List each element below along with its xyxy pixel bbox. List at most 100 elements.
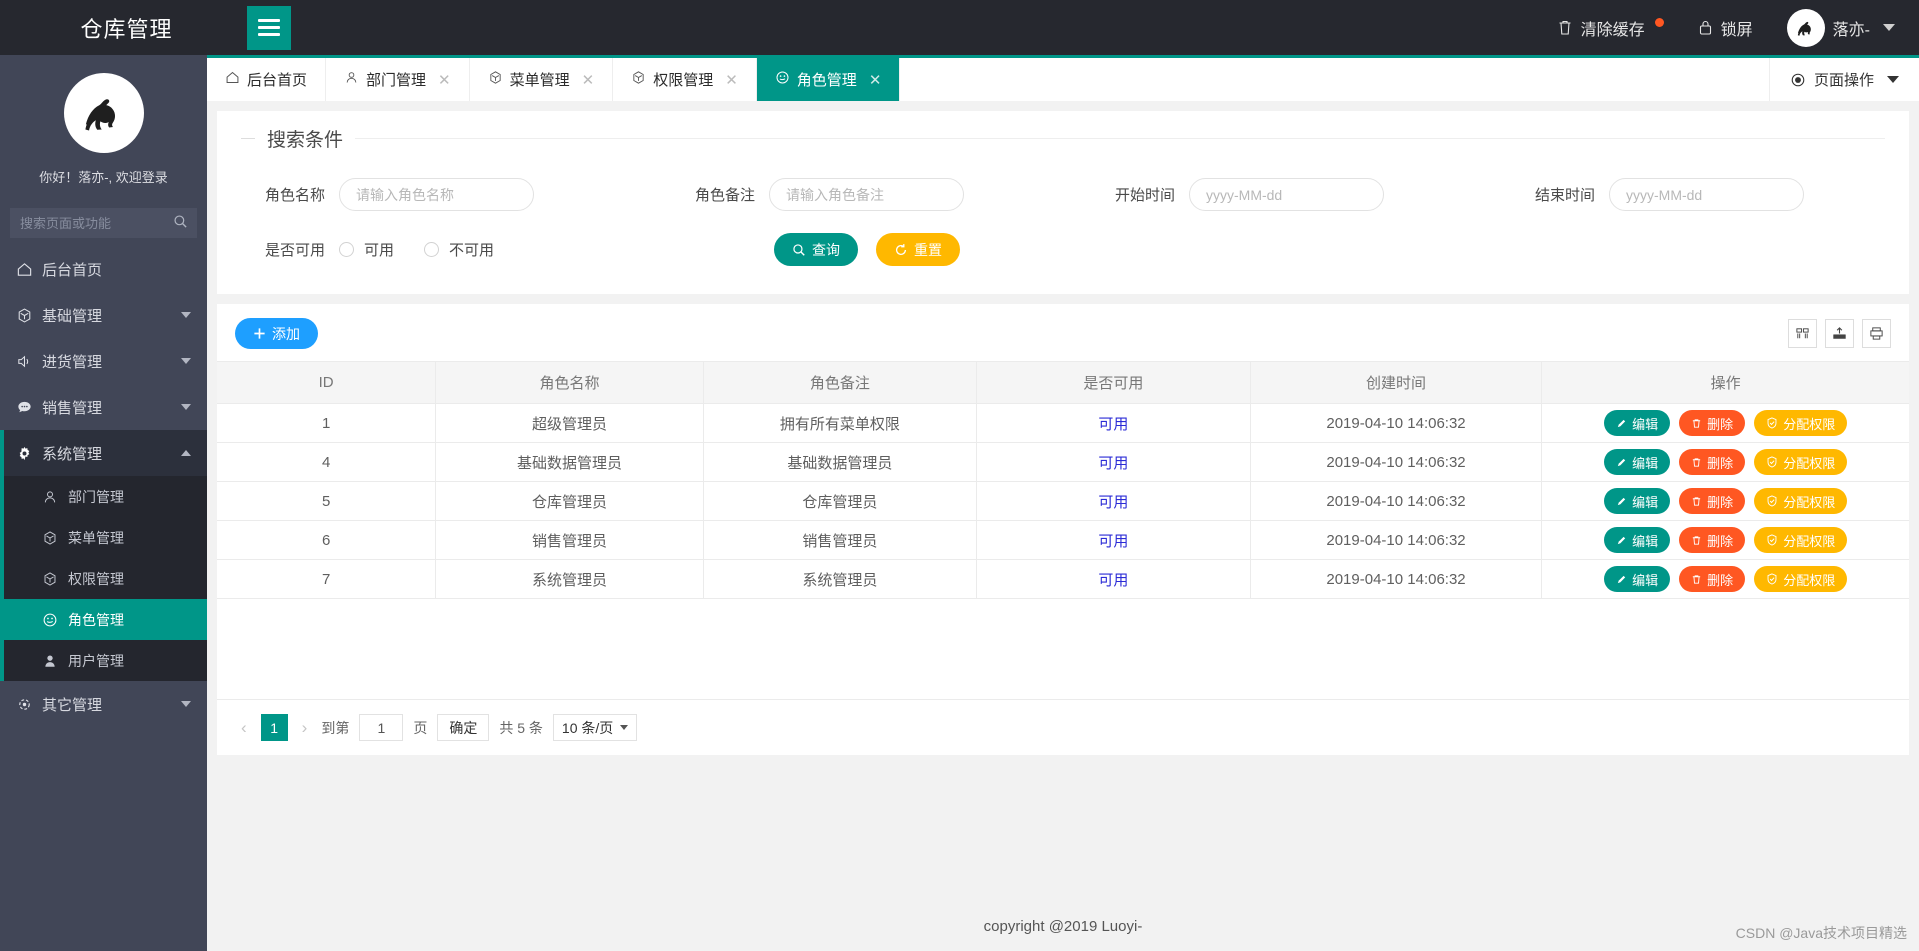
close-icon[interactable]: ✕: [582, 71, 595, 89]
lock-screen-button[interactable]: 锁屏: [1698, 16, 1753, 40]
search-legend: 搜索条件: [241, 125, 1885, 152]
available-link[interactable]: 可用: [1098, 572, 1128, 589]
close-icon[interactable]: ✕: [725, 71, 738, 89]
cell-available: 可用: [976, 481, 1251, 521]
pencil-icon: [1616, 418, 1627, 429]
export-icon[interactable]: [1825, 319, 1854, 348]
cube-icon: [631, 70, 646, 89]
table-row[interactable]: 5 仓库管理员 仓库管理员 可用 2019-04-10 14:06:32 编辑 …: [217, 481, 1909, 521]
tab-label-role: 角色管理: [796, 72, 857, 89]
delete-button[interactable]: 删除: [1679, 449, 1746, 475]
goto-suffix-label: 页: [413, 719, 428, 736]
prev-page-button[interactable]: ‹: [237, 718, 251, 738]
next-page-button[interactable]: ›: [298, 718, 312, 738]
sidebar-item-department[interactable]: 部门管理: [0, 476, 207, 517]
assign-label: 分配权限: [1783, 494, 1836, 510]
table-row[interactable]: 1 超级管理员 拥有所有菜单权限 可用 2019-04-10 14:06:32 …: [217, 403, 1909, 443]
chevron-down-icon: [1883, 24, 1895, 31]
sidebar-label-user: 用户管理: [68, 652, 124, 669]
user-solid-icon: [42, 653, 68, 669]
cell-operations: 编辑 删除 分配权限: [1541, 481, 1909, 521]
close-icon[interactable]: ✕: [438, 71, 451, 89]
sidebar-item-sales[interactable]: 销售管理: [0, 384, 207, 430]
sidebar-item-role[interactable]: 角色管理: [0, 599, 207, 640]
goto-confirm-button[interactable]: 确定: [437, 714, 490, 741]
assign-permission-button[interactable]: 分配权限: [1754, 527, 1848, 553]
user-menu[interactable]: 落亦-: [1786, 8, 1895, 47]
sidebar-search[interactable]: [10, 208, 197, 238]
sidebar-item-other[interactable]: 其它管理: [0, 681, 207, 727]
page-size-select[interactable]: 10 条/页: [552, 714, 638, 741]
assign-permission-button[interactable]: 分配权限: [1754, 410, 1848, 436]
start-time-input[interactable]: [1189, 178, 1384, 211]
table-row[interactable]: 4 基础数据管理员 基础数据管理员 可用 2019-04-10 14:06:32…: [217, 442, 1909, 482]
available-link[interactable]: 可用: [1098, 416, 1128, 433]
edit-button[interactable]: 编辑: [1604, 410, 1671, 436]
delete-button[interactable]: 删除: [1679, 410, 1746, 436]
available-link[interactable]: 可用: [1098, 455, 1128, 472]
delete-button[interactable]: 删除: [1679, 527, 1746, 553]
available-link[interactable]: 可用: [1098, 494, 1128, 511]
settings-icon: [16, 696, 42, 713]
role-name-input[interactable]: [339, 178, 534, 211]
greeting-text: 你好！落亦-, 欢迎登录: [39, 170, 168, 185]
edit-button[interactable]: 编辑: [1604, 527, 1671, 553]
cell-remark: 拥有所有菜单权限: [703, 403, 978, 443]
sidebar-item-purchase[interactable]: 进货管理: [0, 338, 207, 384]
close-icon[interactable]: ✕: [869, 71, 882, 89]
add-button[interactable]: 添加: [235, 318, 318, 349]
assign-label: 分配权限: [1783, 533, 1836, 549]
shield-check-icon: [1766, 456, 1778, 468]
profile-avatar[interactable]: [63, 73, 144, 153]
query-button[interactable]: 查询: [774, 233, 859, 266]
delete-label: 删除: [1707, 494, 1734, 510]
trash-icon: [1691, 574, 1702, 585]
sidebar-menu: 后台首页 基础管理 进货管理 销售管理 系统管理 部门管理 菜单管理 权限管理 …: [0, 246, 207, 727]
clear-cache-button[interactable]: 清除缓存: [1557, 16, 1664, 40]
table-row[interactable]: 6 销售管理员 销售管理员 可用 2019-04-10 14:06:32 编辑 …: [217, 520, 1909, 560]
cell-remark: 基础数据管理员: [703, 442, 978, 482]
sidebar-item-home[interactable]: 后台首页: [0, 246, 207, 292]
assign-permission-button[interactable]: 分配权限: [1754, 566, 1848, 592]
tab-menu[interactable]: 菜单管理 ✕: [470, 58, 614, 101]
role-name-group: 角色名称: [241, 178, 671, 211]
edit-button[interactable]: 编辑: [1604, 449, 1671, 475]
available-link[interactable]: 可用: [1098, 533, 1128, 550]
end-time-input[interactable]: [1609, 178, 1804, 211]
sidebar-item-permission[interactable]: 权限管理: [0, 558, 207, 599]
print-icon[interactable]: [1862, 319, 1891, 348]
tab-role[interactable]: 角色管理 ✕: [756, 58, 901, 101]
goto-page-input[interactable]: [359, 714, 404, 741]
assign-permission-button[interactable]: 分配权限: [1754, 488, 1848, 514]
table-row[interactable]: 7 系统管理员 系统管理员 可用 2019-04-10 14:06:32 编辑 …: [217, 559, 1909, 599]
delete-button[interactable]: 删除: [1679, 566, 1746, 592]
tab-permission[interactable]: 权限管理 ✕: [613, 58, 757, 101]
delete-button[interactable]: 删除: [1679, 488, 1746, 514]
role-remark-input[interactable]: [769, 178, 964, 211]
refresh-icon: [894, 243, 908, 257]
edit-button[interactable]: 编辑: [1604, 566, 1671, 592]
tab-department[interactable]: 部门管理 ✕: [326, 58, 470, 101]
hamburger-icon[interactable]: [247, 5, 291, 50]
sidebar-item-basic[interactable]: 基础管理: [0, 292, 207, 338]
cell-name: 仓库管理员: [435, 481, 704, 521]
reset-button[interactable]: 重置: [876, 233, 961, 266]
cell-name: 销售管理员: [435, 520, 704, 560]
sidebar-item-user[interactable]: 用户管理: [0, 640, 207, 681]
sidebar-item-menu[interactable]: 菜单管理: [0, 517, 207, 558]
sidebar-item-system[interactable]: 系统管理: [0, 430, 207, 476]
assign-permission-button[interactable]: 分配权限: [1754, 449, 1848, 475]
tab-home[interactable]: 后台首页: [207, 58, 327, 101]
edit-button[interactable]: 编辑: [1604, 488, 1671, 514]
columns-icon[interactable]: [1788, 319, 1817, 348]
page-operations-dropdown[interactable]: 页面操作: [1768, 58, 1919, 101]
clear-cache-label: 清除缓存: [1580, 21, 1645, 39]
trash-icon: [1691, 496, 1702, 507]
search-input[interactable]: [20, 215, 187, 231]
search-conditions-panel: 搜索条件 角色名称 角色备注 开始时间 结束时间: [217, 111, 1909, 294]
assign-label: 分配权限: [1783, 572, 1836, 588]
user-outline-icon: [42, 489, 68, 505]
radio-available-no[interactable]: 不可用: [424, 239, 494, 260]
page-number-1[interactable]: 1: [260, 714, 288, 741]
radio-available-yes[interactable]: 可用: [339, 239, 394, 260]
